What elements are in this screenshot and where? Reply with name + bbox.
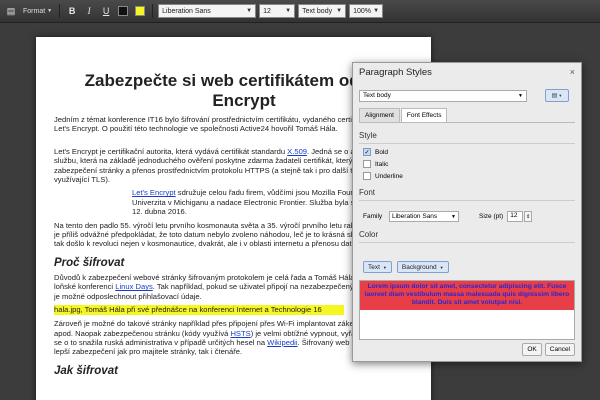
underline-checkbox-row[interactable]: Underline: [363, 172, 575, 180]
linux-days-link[interactable]: Linux Days: [115, 282, 153, 291]
italic-checkbox-row[interactable]: Italic: [363, 160, 575, 168]
font-family-select[interactable]: Liberation Sans ▼: [389, 211, 459, 222]
bold-button[interactable]: B: [65, 3, 79, 19]
paragraph-style-value: Text body: [302, 7, 333, 15]
highlight-color-swatch: [135, 6, 146, 16]
zoom-value: 100%: [353, 7, 372, 15]
style-menu-button[interactable]: ▤ ▼: [545, 89, 569, 102]
chevron-down-icon: ▼: [451, 213, 456, 220]
wikipedia-link[interactable]: Wikipedii: [267, 338, 297, 347]
style-name-select[interactable]: Text body ▼: [359, 89, 527, 102]
chevron-down-icon: ▼: [373, 8, 380, 14]
dialog-title: Paragraph Styles: [359, 66, 432, 78]
bold-checkbox-row[interactable]: ✓ Bold: [363, 148, 575, 156]
formatting-toolbar: ▤ Format ▼ B I U Liberation Sans ▼ 12 ▼ …: [0, 0, 600, 23]
font-family-value: Liberation Sans: [162, 7, 211, 15]
background-color-button[interactable]: Background ▼: [396, 261, 449, 273]
dialog-tabs: Alignment Font Effects: [359, 108, 575, 123]
lets-encrypt-link[interactable]: Let's Encrypt: [132, 188, 176, 197]
cancel-button[interactable]: Cancel: [544, 343, 575, 356]
paragraph-style-select[interactable]: Text body ▼: [298, 4, 347, 18]
checkbox-checked-icon[interactable]: ✓: [363, 148, 371, 156]
ok-button[interactable]: OK: [522, 343, 542, 356]
font-size-field[interactable]: 12: [507, 211, 524, 222]
format-menu-label: Format: [23, 7, 46, 15]
tab-font-effects[interactable]: Font Effects: [400, 108, 448, 122]
text-color-label: Text: [368, 263, 380, 271]
hsts-link[interactable]: HSTS: [230, 329, 250, 338]
chevron-down-icon: ▼: [246, 8, 253, 14]
text-color-swatch: [118, 6, 129, 16]
font-size-value: 12: [263, 7, 271, 15]
size-label: Size (pt): [479, 213, 504, 220]
color-section-title: Color: [359, 230, 575, 243]
close-icon[interactable]: ×: [570, 67, 575, 77]
chevron-down-icon: ▼: [336, 8, 343, 14]
italic-button[interactable]: I: [82, 3, 96, 19]
spinner-icon[interactable]: ⇕: [524, 211, 533, 222]
background-color-label: Background: [401, 263, 437, 271]
highlighted-caption: hala.jpg, Tomáš Hála při své přednášce n…: [54, 305, 344, 316]
checkbox-icon[interactable]: [363, 172, 371, 180]
zoom-select[interactable]: 100% ▼: [349, 4, 384, 18]
tab-alignment[interactable]: Alignment: [359, 108, 400, 122]
font-family-select[interactable]: Liberation Sans ▼: [158, 4, 257, 18]
toolbar-separator: [59, 4, 61, 18]
font-size-select[interactable]: 12 ▼: [259, 4, 296, 18]
chevron-down-icon: ▼: [558, 93, 563, 98]
chevron-down-icon: ▼: [285, 8, 292, 14]
dialog-header: Paragraph Styles ×: [353, 63, 581, 81]
style-section-title: Style: [359, 131, 575, 144]
font-family-value: Liberation Sans: [392, 213, 438, 220]
format-menu-button[interactable]: Format ▼: [21, 3, 54, 19]
style-section: Style ✓ Bold Italic Underline Font Famil…: [359, 131, 575, 273]
document-icon[interactable]: ▤: [4, 3, 18, 19]
x509-link[interactable]: X.509: [287, 147, 307, 156]
preview-frame: Lorem ipsum dolor sit amet, consectetur …: [359, 280, 575, 340]
italic-label: Italic: [375, 160, 389, 168]
dialog-footer: OK Cancel: [522, 343, 575, 356]
family-label: Family: [363, 213, 383, 220]
chevron-down-icon: ▼: [518, 92, 523, 99]
checkbox-icon[interactable]: [363, 160, 371, 168]
color-buttons: Text ▼ Background ▼: [363, 261, 575, 273]
chevron-down-icon: ▼: [439, 264, 444, 270]
underline-label: Underline: [375, 172, 403, 180]
underline-button[interactable]: U: [99, 3, 113, 19]
new-style-icon: ▤: [551, 93, 558, 99]
highlight-color-button[interactable]: [133, 3, 147, 19]
bold-label: Bold: [375, 148, 389, 156]
style-preview: Lorem ipsum dolor sit amet, consectetur …: [360, 281, 574, 310]
chevron-down-icon: ▼: [382, 264, 387, 270]
text-color-button[interactable]: [116, 3, 130, 19]
toolbar-separator: [152, 4, 154, 18]
font-row: Family Liberation Sans ▼ Size (pt) 12 ⇕: [363, 211, 575, 222]
style-row: Text body ▼ ▤ ▼: [359, 89, 575, 102]
text-color-button[interactable]: Text ▼: [363, 261, 392, 273]
section-heading: Jak šifrovat: [54, 364, 118, 377]
paragraph-text: Let's Encrypt je certifikační autorita, …: [54, 146, 288, 156]
font-section-title: Font: [359, 188, 575, 201]
style-name-value: Text body: [363, 92, 391, 99]
font-size-stepper[interactable]: 12 ⇕: [507, 211, 533, 222]
paragraph-styles-dialog: Paragraph Styles × Text body ▼ ▤ ▼ Align…: [352, 62, 582, 362]
